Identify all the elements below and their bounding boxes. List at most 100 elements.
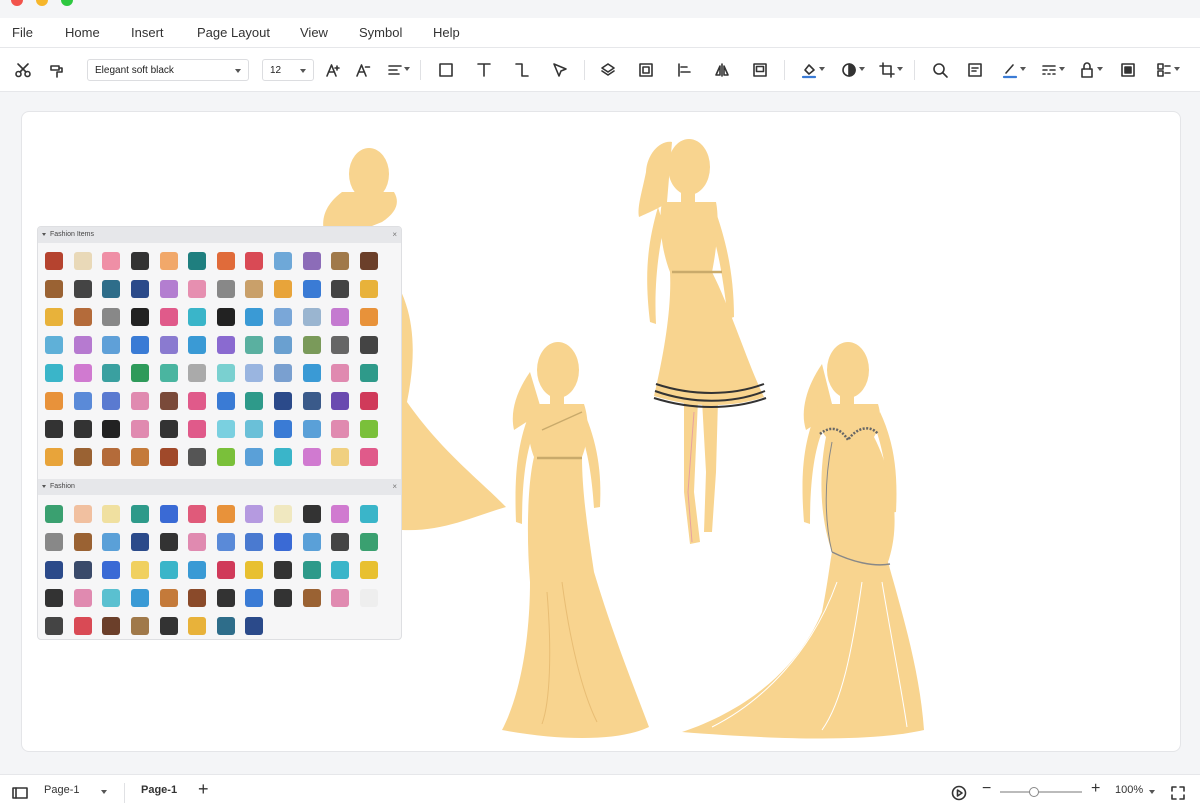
library-symbol[interactable]	[297, 584, 326, 612]
library-symbol[interactable]	[126, 556, 155, 584]
library-symbol[interactable]	[269, 387, 298, 415]
library-symbol[interactable]	[40, 247, 69, 275]
library-symbol[interactable]	[297, 247, 326, 275]
library-symbol[interactable]	[269, 275, 298, 303]
library-symbol[interactable]	[154, 303, 183, 331]
library-symbol[interactable]	[326, 584, 355, 612]
library-symbol[interactable]	[240, 556, 269, 584]
library-symbol[interactable]	[326, 275, 355, 303]
chevron-down-icon[interactable]	[101, 790, 107, 796]
library-symbol[interactable]	[212, 275, 241, 303]
menu-insert[interactable]: Insert	[131, 25, 164, 40]
library-symbol[interactable]	[355, 584, 384, 612]
library-symbol[interactable]	[297, 331, 326, 359]
zoom-slider[interactable]	[1000, 787, 1082, 797]
library-symbol[interactable]	[355, 387, 384, 415]
font-decrease-icon[interactable]	[351, 58, 375, 82]
font-family-select[interactable]: Elegant soft black	[87, 59, 249, 81]
library-symbol[interactable]	[97, 556, 126, 584]
line-style-icon[interactable]	[1037, 58, 1061, 82]
library-symbol[interactable]	[269, 556, 298, 584]
library-symbol[interactable]	[269, 584, 298, 612]
library-symbol[interactable]	[240, 303, 269, 331]
chevron-down-icon[interactable]	[404, 67, 410, 73]
minimize-window-button[interactable]	[36, 0, 48, 6]
library-section-header[interactable]: Fashion Items ×	[38, 227, 401, 243]
library-symbol[interactable]	[297, 556, 326, 584]
library-symbol[interactable]	[212, 303, 241, 331]
library-symbol[interactable]	[97, 584, 126, 612]
library-symbol[interactable]	[326, 443, 355, 471]
library-symbol[interactable]	[69, 275, 98, 303]
library-symbol[interactable]	[40, 556, 69, 584]
library-symbol[interactable]	[297, 275, 326, 303]
library-symbol[interactable]	[297, 528, 326, 556]
library-symbol[interactable]	[212, 331, 241, 359]
library-symbol[interactable]	[69, 528, 98, 556]
library-symbol[interactable]	[183, 556, 212, 584]
menu-view[interactable]: View	[300, 25, 328, 40]
group-icon[interactable]	[634, 58, 658, 82]
library-symbol[interactable]	[212, 247, 241, 275]
library-symbol[interactable]	[212, 556, 241, 584]
library-symbol[interactable]	[240, 275, 269, 303]
close-icon[interactable]: ×	[392, 230, 397, 239]
menu-help[interactable]: Help	[433, 25, 460, 40]
library-symbol[interactable]	[355, 415, 384, 443]
layers-icon[interactable]	[596, 58, 620, 82]
library-symbol[interactable]	[40, 500, 69, 528]
fill-icon[interactable]	[797, 58, 821, 82]
library-symbol[interactable]	[126, 528, 155, 556]
library-symbol[interactable]	[240, 443, 269, 471]
library-symbol[interactable]	[126, 331, 155, 359]
library-symbol[interactable]	[40, 387, 69, 415]
library-symbol[interactable]	[69, 584, 98, 612]
library-symbol[interactable]	[154, 443, 183, 471]
lock-icon[interactable]	[1075, 58, 1099, 82]
library-symbol[interactable]	[355, 275, 384, 303]
library-symbol[interactable]	[183, 584, 212, 612]
library-symbol[interactable]	[326, 528, 355, 556]
library-symbol[interactable]	[269, 303, 298, 331]
library-symbol[interactable]	[269, 528, 298, 556]
library-symbol[interactable]	[97, 247, 126, 275]
library-symbol[interactable]	[240, 247, 269, 275]
page-selector[interactable]: Page-1	[44, 784, 79, 796]
align-left-icon[interactable]	[672, 58, 696, 82]
shape-style-icon[interactable]	[837, 58, 861, 82]
library-symbol[interactable]	[40, 612, 69, 639]
library-symbol[interactable]	[212, 500, 241, 528]
collapse-icon[interactable]	[42, 233, 46, 236]
library-symbol[interactable]	[297, 303, 326, 331]
menu-page-layout[interactable]: Page Layout	[197, 25, 270, 40]
frame-icon[interactable]	[748, 58, 772, 82]
library-symbol[interactable]	[326, 556, 355, 584]
library-symbol[interactable]	[40, 584, 69, 612]
library-symbol[interactable]	[126, 443, 155, 471]
library-symbol[interactable]	[355, 443, 384, 471]
library-symbol[interactable]	[154, 275, 183, 303]
library-symbol[interactable]	[326, 500, 355, 528]
pointer-icon[interactable]	[548, 58, 572, 82]
library-symbol[interactable]	[212, 584, 241, 612]
library-symbol[interactable]	[240, 359, 269, 387]
library-symbol[interactable]	[240, 415, 269, 443]
library-symbol[interactable]	[326, 359, 355, 387]
more-icon[interactable]	[1152, 58, 1176, 82]
library-symbol[interactable]	[183, 247, 212, 275]
library-symbol[interactable]	[297, 415, 326, 443]
library-symbol[interactable]	[240, 387, 269, 415]
fullscreen-icon[interactable]	[1166, 781, 1190, 805]
library-symbol[interactable]	[126, 584, 155, 612]
library-symbol[interactable]	[154, 331, 183, 359]
library-symbol[interactable]	[126, 275, 155, 303]
library-symbol[interactable]	[355, 247, 384, 275]
library-symbol[interactable]	[154, 584, 183, 612]
connector-icon[interactable]	[510, 58, 534, 82]
library-symbol[interactable]	[183, 612, 212, 639]
library-symbol[interactable]	[154, 415, 183, 443]
library-symbol[interactable]	[183, 500, 212, 528]
fit-icon[interactable]	[1116, 58, 1140, 82]
library-symbol[interactable]	[326, 387, 355, 415]
library-symbol[interactable]	[154, 387, 183, 415]
